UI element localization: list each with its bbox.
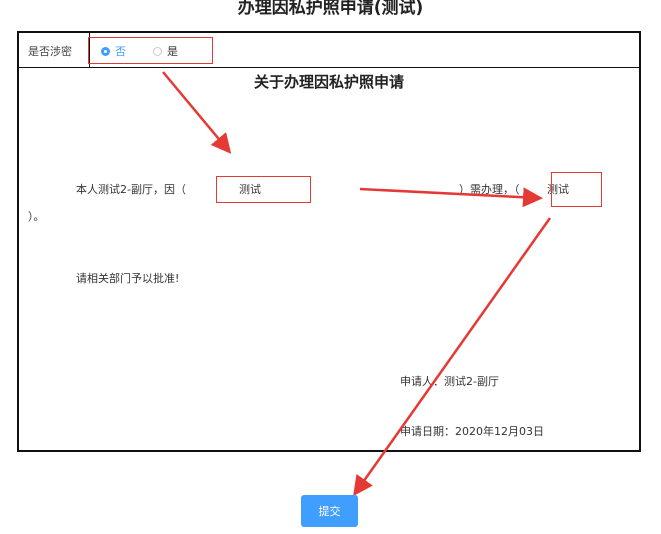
line2-text: ）。: [28, 210, 45, 223]
approval-text: 请相关部门予以批准!: [76, 272, 180, 285]
applicant-name: 测试2-副厅: [444, 375, 499, 388]
page-title: 办理因私护照申请(测试): [237, 0, 424, 18]
document-title: 关于办理因私护照申请: [253, 73, 404, 91]
date-label: 申请日期：: [400, 425, 455, 438]
submit-button[interactable]: 提交: [301, 495, 358, 527]
application-form: 是否涉密 否 是 关于办理因私护照申请 本人测试2-副厅，因（ 测试 ）需办理，…: [17, 31, 641, 452]
annotation-box-item: [551, 172, 602, 207]
annotation-box-radio: [88, 37, 213, 64]
line1-prefix: 本人测试2-副厅，因（: [76, 183, 186, 196]
applicant-label: 申请人：: [400, 375, 444, 388]
date-value: 2020年12月03日: [455, 425, 544, 438]
line1-middle: ）需办理，（: [459, 183, 520, 196]
secret-label: 是否涉密: [28, 45, 72, 58]
annotation-box-reason: [216, 176, 311, 203]
